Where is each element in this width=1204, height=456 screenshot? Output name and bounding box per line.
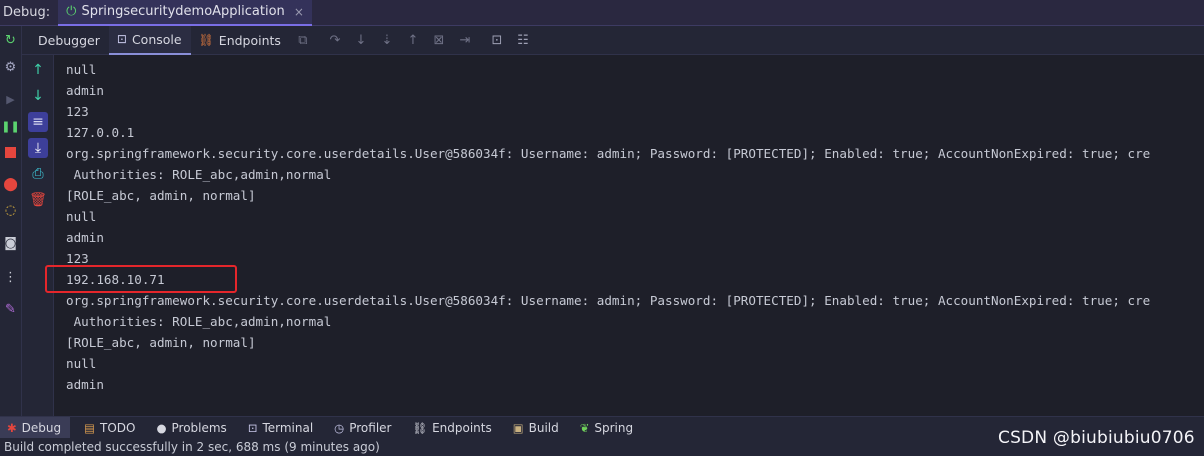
console-line: admin [66, 230, 104, 245]
debug-title-bar: Debug: ⏻ SpringsecuritydemoApplication × [0, 0, 1204, 26]
step-over-icon[interactable]: ↷ [322, 33, 348, 48]
console-line: org.springframework.security.core.userde… [66, 146, 1151, 161]
tool-tab-label: Debug [21, 420, 62, 435]
tool-tab-debug[interactable]: ✱ Debug [0, 417, 71, 438]
todo-icon: ▤ [84, 420, 95, 435]
tool-tab-label: Build [528, 420, 559, 435]
down-arrow-icon[interactable]: ↓ [28, 86, 48, 106]
up-arrow-icon[interactable]: ↑ [28, 60, 48, 80]
more-options-icon[interactable]: ⋮ [0, 267, 21, 287]
trace-settings-icon[interactable]: ☷ [510, 33, 536, 48]
tool-tab-label: Profiler [349, 420, 392, 435]
tool-tab-terminal[interactable]: ⊡ Terminal [236, 417, 322, 438]
terminal-icon: ⊡ [247, 420, 258, 435]
console-line: null [66, 209, 97, 224]
problems-icon: ● [156, 420, 167, 435]
force-step-into-icon[interactable]: ⇣ [374, 33, 400, 48]
console-line: admin [66, 377, 104, 392]
scroll-to-end-icon[interactable]: ⤓ [28, 138, 48, 158]
power-icon: ⏻ [66, 4, 77, 19]
tool-tab-build[interactable]: ▣ Build [501, 417, 568, 438]
run-config-tab[interactable]: ⏻ SpringsecuritydemoApplication × [58, 0, 312, 26]
drop-frame-icon[interactable]: ⊠ [426, 33, 452, 48]
view-breakpoints-icon[interactable]: ⬤ [0, 174, 21, 194]
console-output[interactable]: null admin 123 127.0.0.1 org.springframe… [54, 55, 1204, 416]
stop-icon[interactable] [0, 142, 21, 162]
tab-debugger[interactable]: Debugger [22, 26, 109, 55]
spring-leaf-icon: ❦ [579, 420, 590, 435]
debug-actions-bar: ↻ ⚙ ▶ ❚❚ ⬤ ◌ ◙ ⋮ ✎ [0, 26, 22, 416]
evaluate-expression-icon[interactable]: ⊡ [484, 33, 510, 48]
pause-icon[interactable]: ❚❚ [0, 116, 21, 136]
pin-icon[interactable]: ✎ [0, 299, 21, 319]
highlight-box [45, 265, 237, 293]
run-config-tab-label: SpringsecuritydemoApplication [81, 4, 285, 19]
watermark: CSDN @biubiubiu0706 [998, 428, 1195, 448]
close-tab-icon[interactable]: × [294, 5, 304, 19]
tool-tab-spring[interactable]: ❦ Spring [568, 417, 642, 438]
tool-tab-label: Problems [171, 420, 227, 435]
mute-breakpoints-icon[interactable]: ◌ [0, 200, 21, 220]
soft-wrap-icon[interactable]: ≡ [28, 112, 48, 132]
tool-tab-endpoints[interactable]: ⛓ Endpoints [400, 417, 500, 438]
profiler-icon: ◷ [334, 420, 345, 435]
tab-endpoints[interactable]: ⛓ Endpoints [191, 26, 290, 55]
console-line: null [66, 356, 97, 371]
console-line: 127.0.0.1 [66, 125, 135, 140]
console-icon: ⊡ [116, 32, 127, 46]
debug-label: Debug: [3, 5, 51, 20]
bug-icon: ✱ [7, 420, 17, 435]
clear-all-icon[interactable]: 🗑 [28, 190, 48, 210]
tool-tab-profiler[interactable]: ◷ Profiler [322, 417, 400, 438]
debug-toolbar: Debugger ⊡ Console ⛓ Endpoints ⧉ ↷ ↓ ⇣ ↑… [22, 25, 1204, 55]
step-out-icon[interactable]: ↑ [400, 33, 426, 48]
tab-endpoints-label: Endpoints [218, 32, 281, 48]
console-line: admin [66, 83, 104, 98]
console-line: [ROLE_abc, admin, normal] [66, 335, 256, 350]
endpoints-icon: ⛓ [198, 33, 214, 47]
console-line: Authorities: ROLE_abc,admin,normal [66, 167, 332, 182]
resume-icon[interactable]: ▶ [0, 89, 21, 109]
tool-tab-label: Terminal [262, 420, 314, 435]
restore-layout-icon[interactable]: ⧉ [290, 33, 316, 48]
console-line: [ROLE_abc, admin, normal] [66, 188, 256, 203]
console-tools-bar: ↑ ↓ ≡ ⤓ ⎙ 🗑 [22, 55, 54, 416]
console-line: 123 [66, 104, 89, 119]
camera-icon[interactable]: ◙ [0, 233, 21, 253]
console-line: Authorities: ROLE_abc,admin,normal [66, 314, 332, 329]
tab-console-label: Console [131, 31, 182, 47]
gear-icon[interactable]: ⚙ [0, 57, 21, 77]
tool-tab-label: TODO [99, 420, 136, 435]
endpoints-icon: ⛓ [412, 420, 428, 435]
tool-tab-todo[interactable]: ▤ TODO [70, 417, 144, 438]
tool-tab-label: Spring [594, 420, 634, 435]
rerun-icon[interactable]: ↻ [0, 30, 21, 50]
build-icon: ▣ [512, 420, 524, 435]
tab-debugger-label: Debugger [38, 32, 100, 48]
status-message[interactable]: Build completed successfully in 2 sec, 6… [0, 440, 380, 454]
step-into-icon[interactable]: ↓ [348, 33, 374, 48]
tool-tab-label: Endpoints [432, 420, 492, 435]
tab-console[interactable]: ⊡ Console [108, 25, 191, 55]
console-line: org.springframework.security.core.userde… [66, 293, 1151, 308]
console-line: null [66, 62, 97, 77]
tool-tab-problems[interactable]: ● Problems [144, 417, 235, 438]
run-to-cursor-icon[interactable]: ⇥ [452, 33, 478, 48]
print-icon[interactable]: ⎙ [28, 164, 48, 184]
